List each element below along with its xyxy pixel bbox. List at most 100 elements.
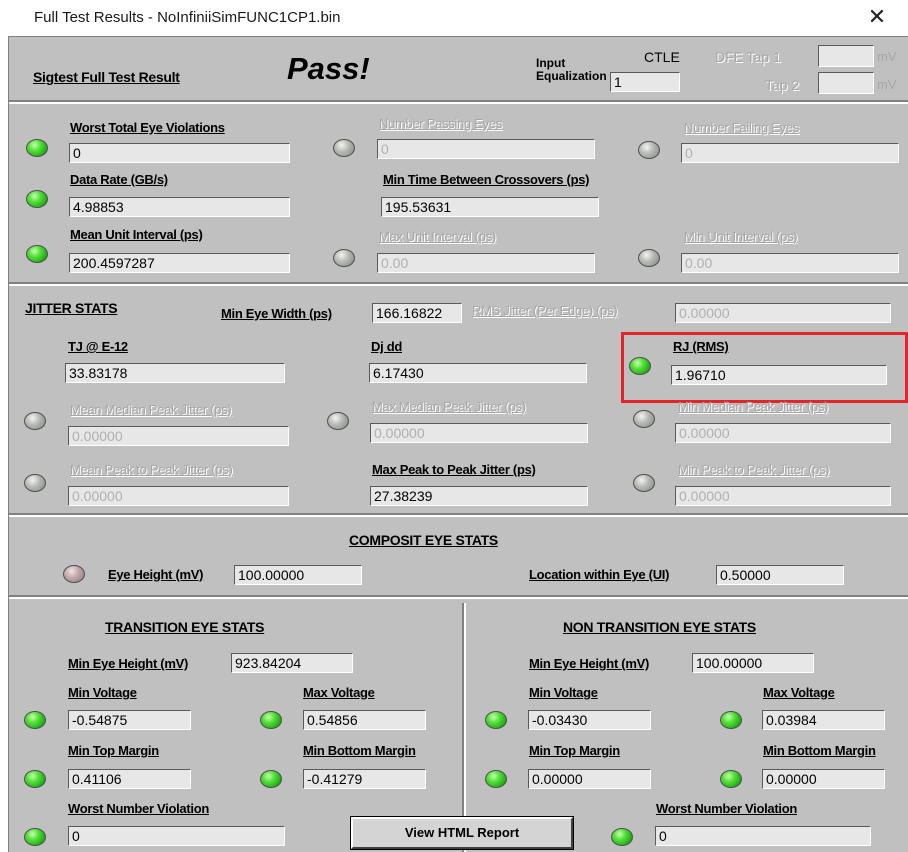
results-panel: Sigtest Full Test Result Pass! Input Equ… [8,36,908,852]
non-transition-max-voltage-label: Max Voltage [763,685,835,700]
view-html-report-button[interactable]: View HTML Report [350,816,574,850]
min-time-between-crossovers-field[interactable]: 195.53631 [381,197,599,217]
tap2-label: Tap 2 [765,77,800,93]
composite-eye-stats-title: COMPOSIT EYE STATS [349,532,498,548]
status-led [24,474,46,492]
max-unit-interval-label: Max Unit Interval (ps) [379,229,496,244]
non-transition-min-top-margin-label: Min Top Margin [529,743,620,758]
transition-min-eye-height-label: Min Eye Height (mV) [68,656,188,671]
non-transition-min-bottom-margin-field[interactable]: 0.00000 [762,769,885,789]
status-led [24,711,46,729]
number-failing-eyes-field[interactable]: 0 [681,143,899,163]
non-transition-min-bottom-margin-label: Min Bottom Margin [763,743,876,758]
min-unit-interval-field[interactable]: 0.00 [681,253,899,273]
divider [462,603,466,852]
non-transition-min-top-margin-field[interactable]: 0.00000 [528,769,651,789]
min-eye-width-field[interactable]: 166.16822 [372,303,462,323]
non-transition-worst-number-violation-label: Worst Number Violation [656,801,797,816]
transition-min-top-margin-label: Min Top Margin [68,743,159,758]
non-transition-worst-number-violation-field[interactable]: 0 [655,826,871,846]
worst-total-eye-violations-field[interactable]: 0 [69,143,290,163]
status-led [629,357,651,375]
data-rate-label: Data Rate (GB/s) [70,172,168,187]
transition-min-top-margin-field[interactable]: 0.41106 [68,769,191,789]
transition-min-bottom-margin-label: Min Bottom Margin [303,743,416,758]
status-led [26,190,48,208]
composite-eye-height-field[interactable]: 100.00000 [234,565,362,585]
divider [9,513,908,517]
transition-min-bottom-margin-field[interactable]: -0.41279 [303,769,426,789]
location-within-eye-field[interactable]: 0.50000 [716,565,844,585]
status-led [260,770,282,788]
dfe-tap1-field[interactable] [818,45,874,67]
divider [9,100,908,104]
transition-worst-number-violation-field[interactable]: 0 [68,826,285,846]
mean-median-peak-jitter-label: Mean Median Peak Jitter (ps) [70,402,232,417]
status-led [63,565,85,583]
max-median-peak-jitter-field[interactable]: 0.00000 [370,423,588,443]
divider [9,595,908,599]
non-transition-max-voltage-field[interactable]: 0.03984 [762,710,885,730]
transition-max-voltage-label: Max Voltage [303,685,375,700]
dj-dd-label: Dj dd [371,339,402,354]
number-failing-eyes-label: Number Failing Eyes [684,120,799,135]
sigtest-result-label: Sigtest Full Test Result [33,69,180,85]
status-led [26,245,48,263]
min-median-peak-jitter-label: Min Median Peak Jitter (ps) [678,399,829,414]
transition-min-eye-height-field[interactable]: 923.84204 [231,653,353,673]
rms-jitter-label: RMS Jitter (Per Edge) (ps) [472,303,618,318]
non-transition-min-voltage-field[interactable]: -0.03430 [528,710,651,730]
status-led [638,141,660,159]
data-rate-field[interactable]: 4.98853 [69,197,290,217]
transition-eye-stats-title: TRANSITION EYE STATS [105,619,265,635]
status-led [633,474,655,492]
min-p2p-jitter-label: Min Peak to Peak Jitter (ps) [678,462,830,477]
mean-unit-interval-label: Mean Unit Interval (ps) [70,227,203,242]
dj-dd-field[interactable]: 6.17430 [369,363,587,383]
number-passing-eyes-label: Number Passing Eyes [379,116,502,131]
transition-min-voltage-field[interactable]: -0.54875 [68,710,191,730]
mean-p2p-jitter-label: Mean Peak to Peak Jitter (ps) [70,462,233,477]
pass-status: Pass! [287,51,370,86]
mean-p2p-jitter-field[interactable]: 0.00000 [68,486,289,506]
non-transition-min-voltage-label: Min Voltage [529,685,598,700]
rj-rms-label: RJ (RMS) [673,339,729,354]
status-led [720,711,742,729]
transition-worst-number-violation-label: Worst Number Violation [68,801,209,816]
status-led [485,770,507,788]
status-led [638,249,660,267]
number-passing-eyes-field[interactable]: 0 [377,139,595,159]
transition-max-voltage-field[interactable]: 0.54856 [303,710,426,730]
status-led [26,139,48,157]
min-eye-width-label: Min Eye Width (ps) [221,306,332,321]
close-icon[interactable]: ✕ [862,4,892,30]
input-equalization-label: Input Equalization [536,56,607,83]
rms-jitter-field[interactable]: 0.00000 [675,303,891,323]
mean-median-peak-jitter-field[interactable]: 0.00000 [68,426,289,446]
ctle-label: CTLE [644,49,680,65]
mean-unit-interval-field[interactable]: 200.4597287 [69,253,290,273]
tap2-field[interactable] [818,72,874,94]
min-median-peak-jitter-field[interactable]: 0.00000 [675,423,891,443]
tj-label: TJ @ E-12 [68,339,128,354]
status-led [611,828,633,846]
status-led [24,828,46,846]
min-p2p-jitter-field[interactable]: 0.00000 [675,486,891,506]
window-title: Full Test Results - NoInfiniiSimFUNC1CP1… [34,9,341,26]
max-p2p-jitter-field[interactable]: 27.38239 [370,486,588,506]
non-transition-min-eye-height-field[interactable]: 100.00000 [692,653,814,673]
transition-min-voltage-label: Min Voltage [68,685,137,700]
input-equalization-field[interactable]: 1 [610,72,680,92]
rj-rms-field[interactable]: 1.96710 [671,365,887,385]
status-led [333,249,355,267]
location-within-eye-label: Location within Eye (UI) [529,567,670,582]
worst-total-eye-violations-label: Worst Total Eye Violations [70,120,225,135]
status-led [633,410,655,428]
max-unit-interval-field[interactable]: 0.00 [377,253,595,273]
non-transition-min-eye-height-label: Min Eye Height (mV) [529,656,649,671]
tj-field[interactable]: 33.83178 [65,363,285,383]
divider [9,282,908,286]
status-led [327,412,349,430]
tap1-unit: mV [877,49,897,64]
status-led [485,711,507,729]
